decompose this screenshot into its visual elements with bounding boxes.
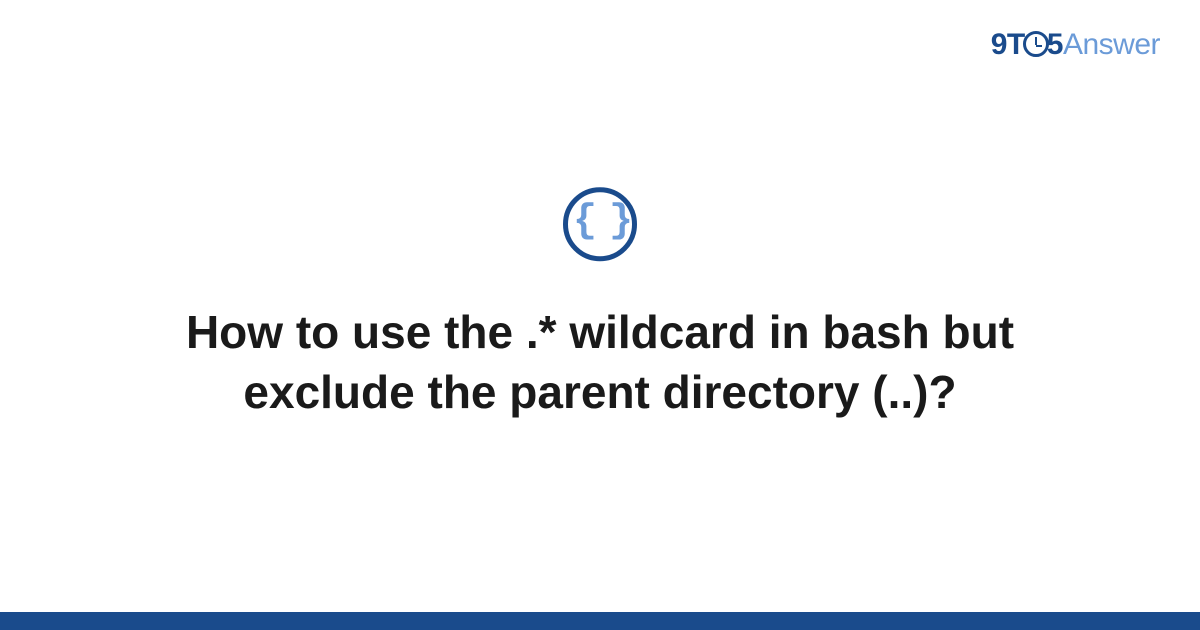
footer-bar [0, 612, 1200, 630]
main-content: { } How to use the .* wildcard in bash b… [0, 187, 1200, 423]
code-braces-icon: { } [573, 202, 627, 242]
logo-text-5: 5 [1047, 28, 1063, 61]
clock-icon [1023, 31, 1049, 57]
logo-text-answer: Answer [1063, 28, 1160, 61]
category-icon-circle: { } [563, 187, 637, 261]
site-logo: 9T 5Answer [991, 28, 1160, 62]
logo-text-9t: 9T [991, 28, 1025, 61]
question-title: How to use the .* wildcard in bash but e… [120, 303, 1080, 423]
